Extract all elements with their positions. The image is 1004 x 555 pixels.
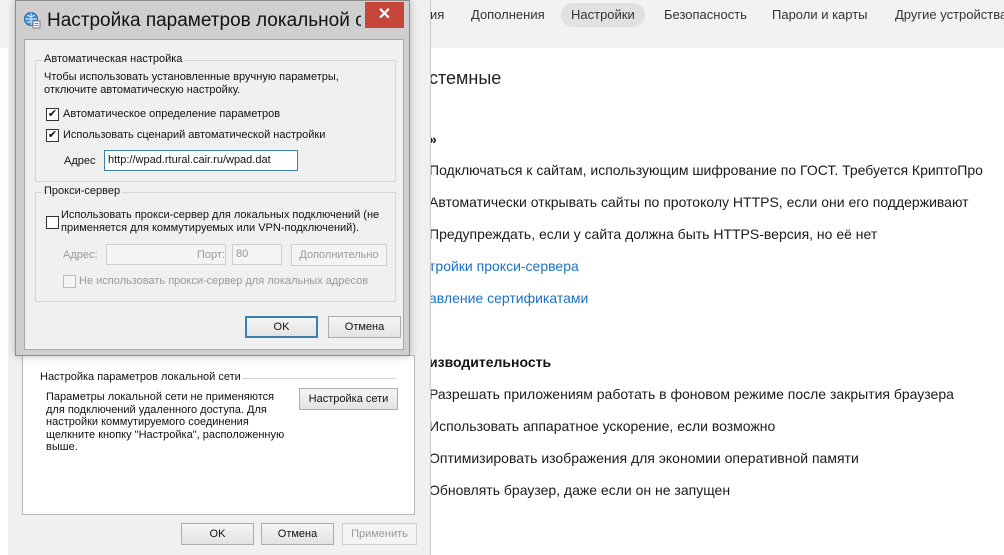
cancel-button[interactable]: Отмена xyxy=(328,316,401,338)
tab-settings[interactable]: Настройки xyxy=(561,3,645,27)
cancel-button[interactable]: Отмена xyxy=(261,523,334,545)
group-divider xyxy=(242,378,397,379)
link-proxy-settings[interactable]: тройки прокси-сервера xyxy=(429,258,579,274)
option-warn-https[interactable]: Предупреждать, если у сайта должна быть … xyxy=(429,226,877,242)
ok-button[interactable]: OK xyxy=(181,523,254,545)
auto-script-label[interactable]: Использовать сценарий автоматической нас… xyxy=(63,129,325,141)
auto-script-checkbox[interactable]: ✔ xyxy=(46,129,59,142)
subheading-performance: изводительность xyxy=(429,354,552,370)
proxy-server-group-title: Прокси-сервер xyxy=(42,185,123,197)
bypass-local-checkbox[interactable] xyxy=(63,275,76,288)
use-proxy-label[interactable]: Использовать прокси-сервер для локальных… xyxy=(61,209,391,234)
link-certificates[interactable]: авление сертификатами xyxy=(429,290,588,306)
auto-detect-label[interactable]: Автоматическое определение параметров xyxy=(63,108,280,120)
auto-config-description: Чтобы использовать установленные вручную… xyxy=(44,71,339,96)
option-gost-encryption[interactable]: Подключаться к сайтам, использующим шифр… xyxy=(429,162,983,178)
option-auto-https[interactable]: Автоматически открывать сайты по протоко… xyxy=(429,194,969,210)
option-update-browser[interactable]: Обновлять браузер, даже если он не запущ… xyxy=(429,482,730,498)
auto-config-group-title: Автоматическая настройка xyxy=(42,53,185,65)
auto-config-group: Автоматическая настройка Чтобы использов… xyxy=(35,53,396,182)
lan-settings-dialog: Настройка параметров локальной с... ✕ Ав… xyxy=(15,0,410,356)
checkmark-icon: ✔ xyxy=(47,129,58,141)
tab-security[interactable]: Безопасность xyxy=(654,3,757,27)
tab-passwords-cards[interactable]: Пароли и карты xyxy=(762,3,878,27)
option-hardware-acceleration[interactable]: Использовать аппаратное ускорение, если … xyxy=(429,418,775,434)
lan-settings-button[interactable]: Настройка сети xyxy=(299,388,398,410)
apply-button[interactable]: Применить xyxy=(342,523,417,545)
use-proxy-checkbox[interactable] xyxy=(46,216,59,229)
dialog-body: Автоматическая настройка Чтобы использов… xyxy=(24,39,404,350)
option-optimize-images[interactable]: Оптимизировать изображения для экономии … xyxy=(429,450,859,466)
lan-settings-group-label: Настройка параметров локальной сети xyxy=(40,371,241,383)
proxy-server-group: Прокси-сервер Использовать прокси-сервер… xyxy=(35,185,396,302)
advanced-button[interactable]: Дополнительно xyxy=(291,244,387,266)
option-background-apps[interactable]: Разрешать приложениям работать в фоновом… xyxy=(429,386,954,402)
proxy-port-input[interactable]: 80 xyxy=(232,244,282,265)
dialog-title: Настройка параметров локальной с... xyxy=(47,10,361,31)
script-address-label: Адрес xyxy=(64,155,96,167)
tab-other-devices[interactable]: Другие устройства xyxy=(885,3,1004,27)
proxy-port-label: Порт: xyxy=(197,249,225,261)
ok-button[interactable]: OK xyxy=(245,316,318,338)
bypass-local-label[interactable]: Не использовать прокси-сервер для локаль… xyxy=(79,275,368,287)
lan-settings-description: Параметры локальной сети не применяются … xyxy=(46,391,285,453)
script-address-input[interactable]: http://wpad.rtural.cair.ru/wpad.dat xyxy=(104,150,298,171)
network-settings-icon xyxy=(24,12,41,29)
auto-detect-checkbox[interactable]: ✔ xyxy=(46,108,59,121)
tab-addons[interactable]: Дополнения xyxy=(461,3,555,27)
checkmark-icon: ✔ xyxy=(47,108,58,120)
section-title-system: стемные xyxy=(429,68,502,88)
close-icon[interactable]: ✕ xyxy=(365,2,404,28)
proxy-address-label: Адрес: xyxy=(63,249,98,261)
